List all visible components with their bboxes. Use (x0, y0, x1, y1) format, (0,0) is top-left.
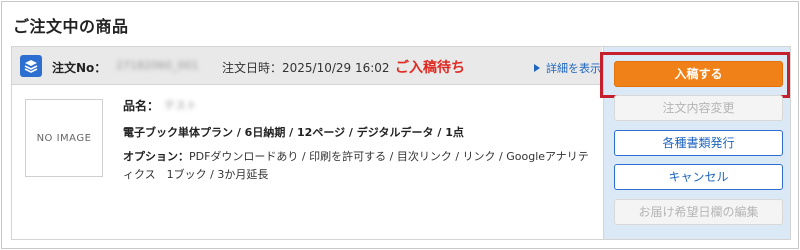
options-text: PDFダウンロードあり / 印刷を許可する / 目次リンク / リンク / Go… (123, 150, 589, 181)
product-name-value: テスト (164, 99, 197, 111)
show-details-link[interactable]: 詳細を表示 (534, 60, 601, 76)
submit-manuscript-button[interactable]: 入稿する (614, 61, 783, 87)
order-number-label: 注文No： (52, 61, 107, 75)
order-header: 注文No： 27182060_001 注文日時：2025/10/29 16:02… (12, 47, 602, 85)
product-plan: 電子ブック単体プラン / 6日納期 / 12ページ / デジタルデータ / 1点 (123, 126, 464, 139)
order-date: 注文日時：2025/10/29 16:02 (222, 61, 390, 75)
product-options: オプション：PDFダウンロードあり / 印刷を許可する / 目次リンク / リン… (123, 148, 598, 184)
options-label: オプション： (123, 150, 189, 163)
order-section-frame: ご注文中の商品 注文No： 27182060_001 注文日時：2025/10/… (1, 1, 799, 249)
change-order-button: 注文内容変更 (614, 95, 783, 121)
section-title: ご注文中の商品 (13, 17, 129, 36)
product-name-label: 品名： (123, 99, 160, 113)
edit-delivery-date-button: お届け希望日欄の編集 (614, 199, 783, 225)
product-thumbnail: NO IMAGE (25, 99, 103, 177)
order-status: ご入稿待ち (395, 60, 465, 76)
order-number-value: 27182060_001 (116, 59, 199, 72)
cancel-button[interactable]: キャンセル (614, 164, 783, 190)
layers-icon (20, 55, 42, 77)
play-triangle-icon (534, 64, 540, 72)
issue-documents-button[interactable]: 各種書類発行 (614, 130, 783, 156)
show-details-label: 詳細を表示 (546, 62, 601, 75)
